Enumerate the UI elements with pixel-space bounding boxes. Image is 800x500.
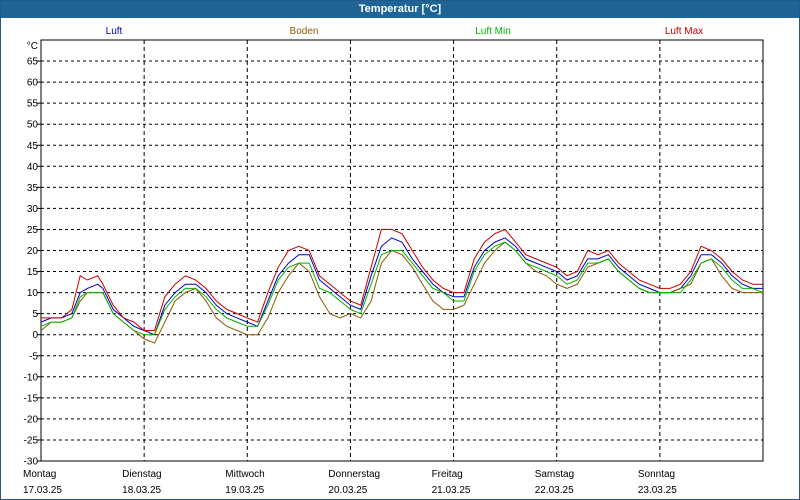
x-date-label: 17.03.25 xyxy=(23,485,62,496)
x-axis: Montag 17.03.25 Dienstag 18.03.25 Mittwoch 19… xyxy=(23,469,677,496)
x-day-label: Dienstag xyxy=(122,469,161,480)
y-tick-label: 55 xyxy=(27,99,39,110)
x-date-label: 19.03.25 xyxy=(225,485,264,496)
y-tick-label: -15 xyxy=(24,393,39,404)
y-tick-label: 25 xyxy=(27,225,39,236)
x-day-label: Samstag xyxy=(535,469,574,480)
y-tick-label: -5 xyxy=(29,351,38,362)
legend-entry: Luft xyxy=(106,26,123,37)
y-tick-label: 40 xyxy=(27,162,39,173)
x-date-label: 22.03.25 xyxy=(535,485,574,496)
chart-window: Temperatur [°C] Luft Boden Luft Min Luft Ma… xyxy=(0,0,800,500)
y-tick-label: 60 xyxy=(27,78,39,89)
y-tick-label: 30 xyxy=(27,204,39,215)
y-tick-label: 50 xyxy=(27,120,39,131)
y-tick-label: -30 xyxy=(24,457,39,468)
legend-entry: Luft Min xyxy=(475,26,511,37)
y-tick-label: 10 xyxy=(27,288,39,299)
x-date-label: 18.03.25 xyxy=(122,485,161,496)
x-day-label: Sonntag xyxy=(638,469,675,480)
y-unit-label: °C xyxy=(27,41,38,52)
x-day-label: Freitag xyxy=(432,469,463,480)
legend: Luft Boden Luft Min Luft Max xyxy=(106,26,704,37)
y-tick-label: 35 xyxy=(27,183,39,194)
y-tick-label: -10 xyxy=(24,372,39,383)
y-tick-label: 65 xyxy=(27,57,39,68)
y-tick-label: 45 xyxy=(27,141,39,152)
x-date-label: 21.03.25 xyxy=(432,485,471,496)
x-date-label: 20.03.25 xyxy=(328,485,367,496)
x-day-label: Montag xyxy=(23,469,56,480)
temperature-chart: Luft Boden Luft Min Luft Max -30 -25 -20 -15 -1… xyxy=(23,26,764,496)
x-date-label: 23.03.25 xyxy=(638,485,677,496)
y-tick-label: -25 xyxy=(24,435,39,446)
y-axis: -30 -25 -20 -15 -10 -5 0 5 10 15 20 25 30 35 40 45 50 55 6… xyxy=(24,41,41,468)
y-tick-label: 0 xyxy=(32,330,38,341)
x-day-label: Mittwoch xyxy=(225,469,264,480)
legend-entry: Boden xyxy=(290,26,319,37)
legend-entry: Luft Max xyxy=(665,26,703,37)
y-tick-label: 5 xyxy=(32,309,38,320)
x-day-label: Donnerstag xyxy=(328,469,380,480)
y-tick-label: 15 xyxy=(27,267,39,278)
y-tick-label: -20 xyxy=(24,414,39,425)
chart-title: Temperatur [°C] xyxy=(1,1,799,18)
y-tick-label: 20 xyxy=(27,246,39,257)
